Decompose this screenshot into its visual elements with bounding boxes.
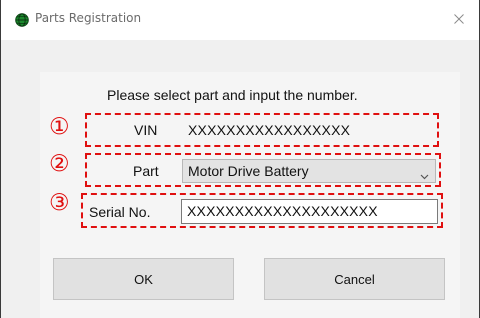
annotation-marker-1: ①: [49, 114, 70, 140]
chevron-down-icon: [420, 167, 429, 183]
vin-label: VIN: [134, 122, 158, 138]
part-select-value: Motor Drive Battery: [188, 163, 309, 179]
serial-number-input[interactable]: XXXXXXXXXXXXXXXXXXXX: [181, 199, 438, 224]
serial-number-value: XXXXXXXXXXXXXXXXXXXX: [187, 203, 378, 219]
annotation-marker-3: ③: [49, 190, 70, 216]
globe-app-icon: [15, 13, 29, 27]
instruction-text: Please select part and input the number.: [107, 87, 358, 103]
close-icon: [454, 14, 464, 24]
vin-value: XXXXXXXXXXXXXXXXX: [188, 122, 351, 138]
part-select[interactable]: Motor Drive Battery: [182, 159, 436, 183]
close-button[interactable]: [443, 4, 475, 34]
annotation-marker-2: ②: [49, 151, 70, 177]
window-title: Parts Registration: [35, 11, 142, 25]
ok-button[interactable]: OK: [53, 258, 234, 300]
title-bar: Parts Registration: [1, 0, 479, 40]
parts-registration-window: Parts Registration Please select part an…: [0, 0, 480, 318]
cancel-button[interactable]: Cancel: [264, 258, 445, 300]
part-label: Part: [133, 163, 159, 179]
serial-label: Serial No.: [89, 204, 151, 220]
